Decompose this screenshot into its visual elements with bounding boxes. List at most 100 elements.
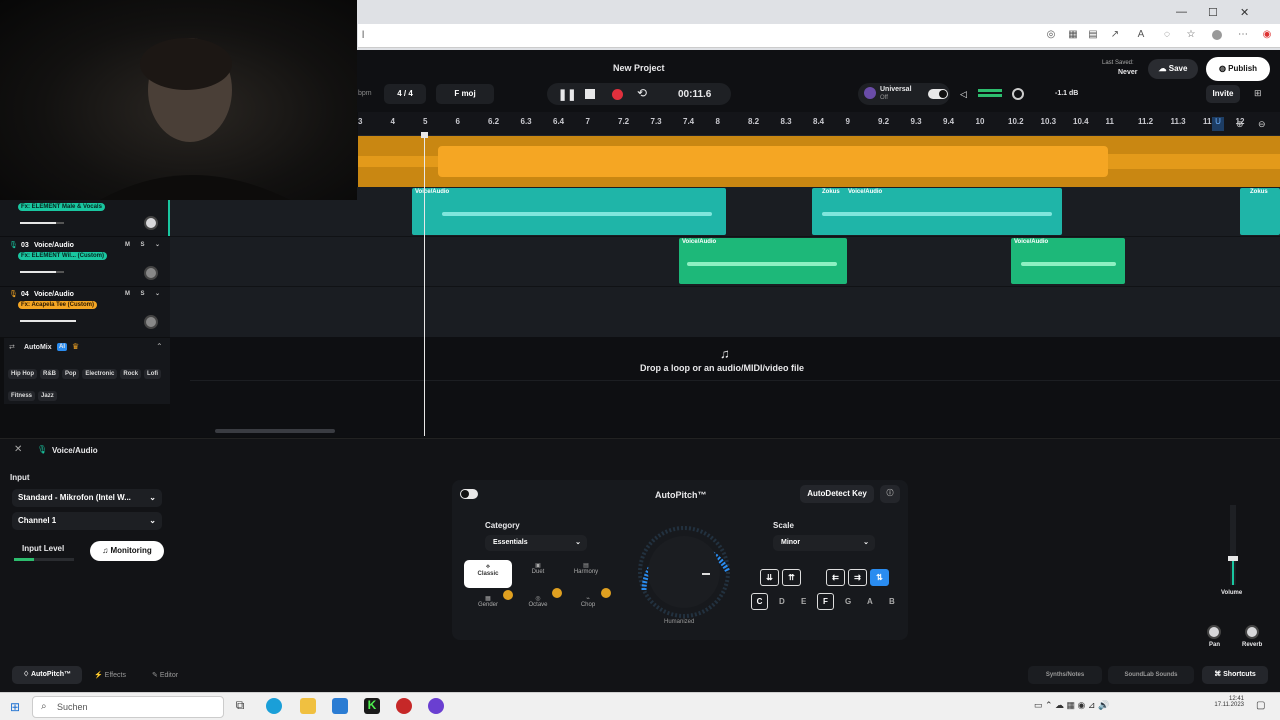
track-name[interactable]: Voice/Audio: [34, 242, 74, 249]
scale-select[interactable]: Minor ⌄: [773, 535, 875, 551]
key-g[interactable]: G: [845, 597, 851, 606]
track-volume-slider[interactable]: [20, 271, 64, 273]
genre-chip[interactable]: Electronic: [82, 369, 118, 379]
key-b[interactable]: B: [889, 597, 895, 606]
track-pan-knob[interactable]: [144, 216, 158, 230]
key-f[interactable]: F: [817, 593, 834, 610]
synths-notes-button[interactable]: Synths/Notes: [1028, 666, 1102, 684]
track-menu-icon[interactable]: ⌄: [153, 290, 162, 299]
app-red-icon[interactable]: [396, 698, 412, 714]
tab-autopitch[interactable]: ♢ AutoPitch™: [12, 666, 82, 684]
pan-knob[interactable]: [1207, 625, 1221, 639]
audio-clip[interactable]: Voice/Audio: [1011, 238, 1125, 284]
track-fx-tag[interactable]: Fx: Acapela Tee (Custom): [18, 301, 98, 309]
project-title[interactable]: New Project: [613, 63, 665, 73]
task-view-icon[interactable]: ⧉: [232, 698, 248, 714]
tray-icons[interactable]: ▭ ⌃ ☁ ▦ ◉ ⊿ 🔊: [1034, 700, 1109, 711]
track-menu-icon[interactable]: ⌄: [153, 241, 162, 250]
shift-left-icon[interactable]: ⇇: [826, 569, 845, 586]
autopitch-toggle[interactable]: [460, 489, 478, 499]
genre-chip[interactable]: Lofi: [144, 369, 162, 379]
universal-toggle[interactable]: [928, 89, 948, 99]
track-volume-slider[interactable]: [20, 320, 76, 322]
publish-button[interactable]: ◍ Publish: [1206, 57, 1270, 81]
input-device-select[interactable]: Standard - Mikrofon (Intel W... ⌄: [12, 489, 162, 507]
save-button[interactable]: ☁ Save: [1148, 59, 1198, 79]
pause-icon[interactable]: ❚❚: [558, 88, 576, 101]
snap-icon[interactable]: U: [1212, 117, 1224, 131]
track-name[interactable]: Voice/Audio: [34, 291, 74, 298]
windows-start-icon[interactable]: ⊞: [10, 700, 20, 714]
genre-chip[interactable]: R&B: [40, 369, 59, 379]
transpose-up-icon[interactable]: ⇈: [782, 569, 801, 586]
key-a[interactable]: A: [867, 597, 873, 606]
notifications-icon[interactable]: ⊞: [1254, 88, 1262, 99]
taskbar-search-input[interactable]: ⌕ Suchen: [32, 696, 224, 718]
key-d[interactable]: D: [779, 597, 785, 606]
humanized-dial[interactable]: [630, 524, 738, 618]
horizontal-scrollbar[interactable]: [215, 429, 335, 433]
track-pan-knob[interactable]: [144, 266, 158, 280]
zoom-out-icon[interactable]: ⊖: [1258, 119, 1266, 130]
genre-chip[interactable]: Hip Hop: [8, 369, 37, 379]
translate-icon[interactable]: A: [1136, 30, 1146, 40]
location-icon[interactable]: ◎: [1046, 30, 1056, 40]
extension-icon[interactable]: ◌: [1162, 30, 1172, 40]
solo-button[interactable]: S: [138, 290, 147, 299]
notification-center-icon[interactable]: ▢: [1256, 700, 1265, 711]
genre-chip[interactable]: Jazz: [38, 391, 57, 401]
collapse-icon[interactable]: ⌃: [156, 342, 163, 351]
active-scale-icon[interactable]: ⇅: [870, 569, 889, 586]
mail-icon[interactable]: [332, 698, 348, 714]
tab-editor[interactable]: ✎ Editor: [152, 671, 178, 679]
browser-extension-icon[interactable]: ◉: [1262, 30, 1272, 40]
effect-chop[interactable]: ⌁ Chop: [574, 595, 602, 608]
tab-effects[interactable]: ⚡ Effects: [94, 671, 126, 679]
transpose-down-icon[interactable]: ⇊: [760, 569, 779, 586]
record-icon[interactable]: [612, 89, 623, 100]
zoom-in-icon[interactable]: ⊕: [1236, 119, 1244, 130]
reverb-knob[interactable]: [1245, 625, 1259, 639]
key-selector[interactable]: F moj: [436, 84, 494, 104]
app-k-icon[interactable]: K: [364, 698, 380, 714]
effect-harmony[interactable]: ▤ Harmony: [566, 562, 606, 575]
mute-button[interactable]: M: [123, 290, 132, 299]
stop-icon[interactable]: [585, 89, 595, 99]
share-icon[interactable]: ↗: [1110, 30, 1120, 40]
maximize-icon[interactable]: ☐: [1208, 6, 1218, 19]
file-explorer-icon[interactable]: [300, 698, 316, 714]
effect-duet[interactable]: ▣ Duet: [524, 562, 552, 575]
soundlab-button[interactable]: SoundLab Sounds: [1108, 666, 1194, 684]
track-pan-knob[interactable]: [144, 315, 158, 329]
genre-chip[interactable]: Pop: [62, 369, 80, 379]
solo-button[interactable]: S: [138, 241, 147, 250]
effect-octave[interactable]: ◎ Octave: [524, 595, 552, 608]
audio-clip[interactable]: Voice/Audio: [412, 188, 726, 235]
track-volume-slider[interactable]: [20, 222, 64, 224]
effect-classic[interactable]: ⟡ Classic: [464, 560, 512, 588]
volume-fader-handle[interactable]: [1228, 556, 1238, 561]
key-e[interactable]: E: [801, 597, 806, 606]
metronome-icon[interactable]: ◁: [960, 89, 967, 100]
effect-gender[interactable]: ▦ Gender: [474, 595, 502, 608]
channel-select[interactable]: Channel 1 ⌄: [12, 512, 162, 530]
edge-icon[interactable]: [266, 698, 282, 714]
app-purple-icon[interactable]: [428, 698, 444, 714]
profile-icon[interactable]: [1212, 30, 1222, 40]
media-icon[interactable]: ▤: [1088, 30, 1098, 40]
shortcuts-button[interactable]: ⌘ Shortcuts: [1202, 666, 1268, 684]
playhead[interactable]: [424, 136, 425, 436]
taskbar-clock[interactable]: 12:41 17.11.2023: [1210, 696, 1244, 708]
shift-right-icon[interactable]: ⇉: [848, 569, 867, 586]
time-signature[interactable]: 4 / 4: [384, 84, 426, 104]
close-panel-icon[interactable]: ✕: [14, 444, 22, 455]
bookmark-icon[interactable]: ☆: [1186, 30, 1196, 40]
audio-clip[interactable]: Zokus Voice/Audio: [812, 188, 1062, 235]
track-fx-tag[interactable]: Fx: ELEMENT Male & Vocals: [18, 203, 105, 211]
playhead-handle[interactable]: [421, 132, 428, 138]
track-fx-tag[interactable]: Fx: ELEMENT Wil... (Custom): [18, 252, 107, 260]
loop-icon[interactable]: ⟲: [637, 86, 647, 100]
master-volume-knob[interactable]: [1012, 88, 1024, 100]
audio-clip[interactable]: Zokus: [1240, 188, 1280, 235]
mute-button[interactable]: M: [123, 241, 132, 250]
